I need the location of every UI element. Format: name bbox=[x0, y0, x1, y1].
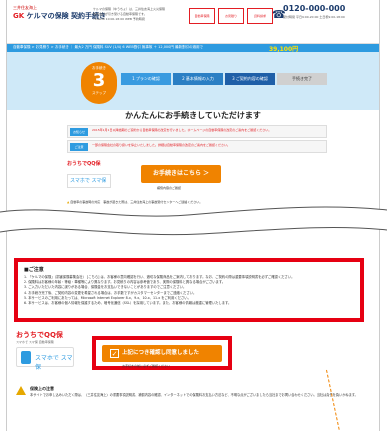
mini-logo: おうちでQQ保 bbox=[67, 161, 101, 167]
step-badge-bottom: ステップ bbox=[92, 91, 106, 95]
confirm-agree-button[interactable]: ✓ 上記につき確認し同意しました bbox=[102, 345, 222, 362]
procedure-button-sub: 補償内容のご確認 bbox=[157, 186, 182, 190]
warning-icon bbox=[16, 386, 26, 395]
notice-text[interactable]: 一部の保険会社の取り扱いを停止いたしました。詳細は自動車保険の改定のご案内をご確… bbox=[92, 143, 324, 147]
notice-row: ご注意 一部の保険会社の取り扱いを停止いたしました。詳細は自動車保険の改定のご案… bbox=[67, 140, 327, 153]
notes-title: ■ご注意 bbox=[24, 267, 44, 273]
phone-hours: 受付時間 平日9:00-20:00 土日祝9:00-18:00 bbox=[283, 15, 345, 19]
confirm-sub: お手続きの前に必ずご確認ください bbox=[122, 364, 171, 368]
confirm-highlight-box: ✓ 上記につき確認し同意しました お手続きの前に必ずご確認ください bbox=[92, 336, 232, 370]
step-bar-1: 1 プランの確認 bbox=[121, 73, 171, 85]
header-link-brochure[interactable]: 資料請求 bbox=[247, 8, 273, 24]
header-link-car-insurance[interactable]: 自動車保険 bbox=[189, 8, 215, 24]
header-info: ケルマの保険（ゆうちょ）は、三井住友海上火災保険 株式会社が引き受ける自動車保険… bbox=[93, 7, 183, 22]
procedure-button[interactable]: お手続きはこちら ＞ bbox=[141, 165, 221, 183]
smartphone-banner[interactable]: スマホで スマ保 bbox=[16, 347, 74, 371]
smartphone-banner-label: スマホで スマ保 bbox=[35, 355, 73, 371]
notes-line: 6. 本サービスは、お客様の個人情報を保護するため、暗号化通信（SSL）を採用し… bbox=[24, 301, 232, 306]
tear-divider bbox=[0, 206, 387, 236]
checkbox-icon: ✓ bbox=[110, 349, 119, 358]
notice-text[interactable]: 2015年1月1日以降始期のご契約から自動車保険の改定を行いました。ホームページ… bbox=[92, 128, 324, 132]
smartphone-icon bbox=[21, 351, 31, 364]
step-bar-4: 手続き完了 bbox=[277, 73, 327, 85]
phone-number[interactable]: 0120-000-000 bbox=[283, 4, 345, 13]
warning-title: 保険上の注意 bbox=[30, 386, 54, 391]
warning-text: 本サイトでお申し込みいただく際は、（三井住友海上）の重要事項説明書、補償内容の確… bbox=[30, 393, 358, 397]
step-badge-number: 3 bbox=[92, 70, 106, 91]
notes-highlight-box: ■ご注意 1. 「ケルマの保険」（損害保険募集会社） [こちら] は、お客様の意… bbox=[14, 258, 364, 322]
confirm-agree-label: 上記につき確認し同意しました bbox=[122, 350, 200, 356]
notice-tag: ご注意 bbox=[70, 143, 88, 151]
header-hours: TimeDB 10:00-18:00 WEB 予約時間 bbox=[93, 17, 145, 21]
bottom-logo: おうちでQQ保 bbox=[16, 331, 63, 339]
page-title: かんたんにお手続きしていただけます bbox=[125, 111, 261, 120]
mini-phone-banner[interactable]: スマホで スマ保 bbox=[67, 174, 111, 188]
header-link-quote[interactable]: お見積り bbox=[218, 8, 244, 24]
notice-tag: お知らせ bbox=[70, 128, 88, 136]
site-header: 三井住友海上 GK ケルマの保険 契約手続き ケルマの保険（ゆうちょ）は、三井住… bbox=[7, 0, 379, 44]
step-bar-2: 2 基本情報の入力 bbox=[173, 73, 223, 85]
nav-text: 自動車保険 > お見積り > お手続き ｜ 最大2 万円 保険料 SUV (1/… bbox=[13, 45, 203, 49]
notice-row: お知らせ 2015年1月1日以降始期のご契約から自動車保険の改定を行いました。ホ… bbox=[67, 125, 327, 138]
nav-bar: 自動車保険 > お見積り > お手続き ｜ 最大2 万円 保険料 SUV (1/… bbox=[7, 44, 379, 53]
step-bar-3: 3 ご契約内容の確認 bbox=[225, 73, 275, 85]
bottom-logo-sub: スマホで スマ保 自動車保険 bbox=[16, 340, 54, 344]
current-step-badge: お手続き 3 ステップ bbox=[81, 62, 117, 104]
